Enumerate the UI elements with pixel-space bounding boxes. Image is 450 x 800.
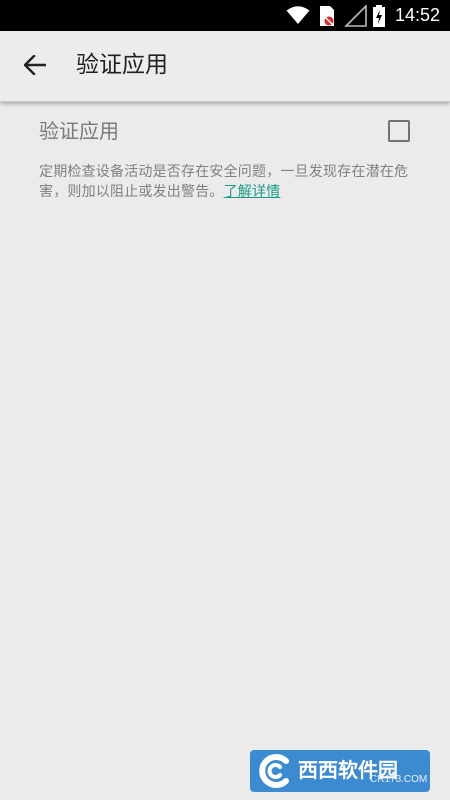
status-time: 14:52: [394, 5, 440, 25]
battery-charging-icon: [372, 5, 386, 31]
cr-logo-icon: [256, 753, 296, 793]
arrow-left-icon: [23, 54, 47, 79]
verify-apps-checkbox[interactable]: [388, 120, 410, 142]
signal-icon: [344, 4, 368, 31]
app-bar: 验证应用: [0, 31, 450, 102]
status-bar: 14:52: [0, 0, 450, 31]
watermark-url: CR173.COM: [370, 774, 428, 785]
sim-icon: [318, 5, 336, 31]
setting-summary: 定期检查设备活动是否存在安全问题，一旦发现存在潜在危害，则加以阻止或发出警告。了…: [39, 162, 434, 202]
back-button[interactable]: [14, 46, 56, 88]
verify-apps-setting[interactable]: 验证应用 定期检查设备活动是否存在安全问题，一旦发现存在潜在危害，则加以阻止或发…: [0, 101, 450, 211]
setting-title: 验证应用: [39, 119, 119, 143]
wifi-icon: [286, 5, 310, 29]
watermark-logo: 西西软件园 CR173.COM: [250, 750, 430, 792]
page-title: 验证应用: [76, 52, 168, 78]
learn-more-link[interactable]: 了解详情: [224, 184, 281, 200]
